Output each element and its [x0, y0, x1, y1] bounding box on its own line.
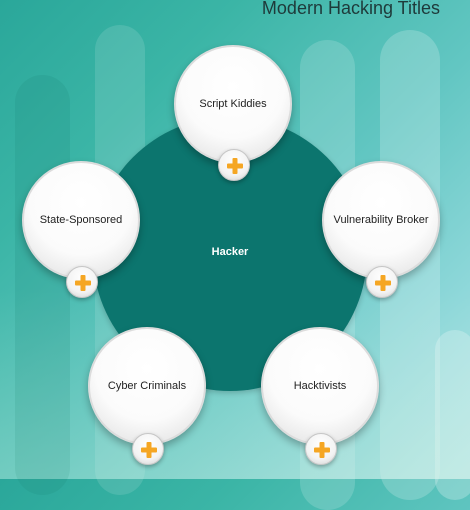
plus-icon[interactable] — [132, 433, 164, 465]
node-vulnerability-broker: Vulnerability Broker — [322, 161, 440, 279]
node-script-kiddies: Script Kiddies — [174, 45, 292, 163]
plus-icon[interactable] — [218, 149, 250, 181]
node-label: State-Sponsored — [39, 214, 123, 226]
page-title: Modern Hacking Titles — [261, 0, 440, 18]
node-state-sponsored: State-Sponsored — [22, 161, 140, 279]
hacker-center-label: Hacker — [211, 246, 249, 258]
plus-icon[interactable] — [305, 433, 337, 465]
node-label: Cyber Criminals — [107, 380, 187, 392]
plus-icon[interactable] — [366, 266, 398, 298]
node-hacktivists: Hacktivists — [261, 327, 379, 445]
node-label: Vulnerability Broker — [333, 214, 429, 226]
node-label: Hacktivists — [293, 380, 347, 392]
node-cyber-criminals: Cyber Criminals — [88, 327, 206, 445]
node-label: Script Kiddies — [199, 98, 267, 110]
plus-icon[interactable] — [66, 266, 98, 298]
